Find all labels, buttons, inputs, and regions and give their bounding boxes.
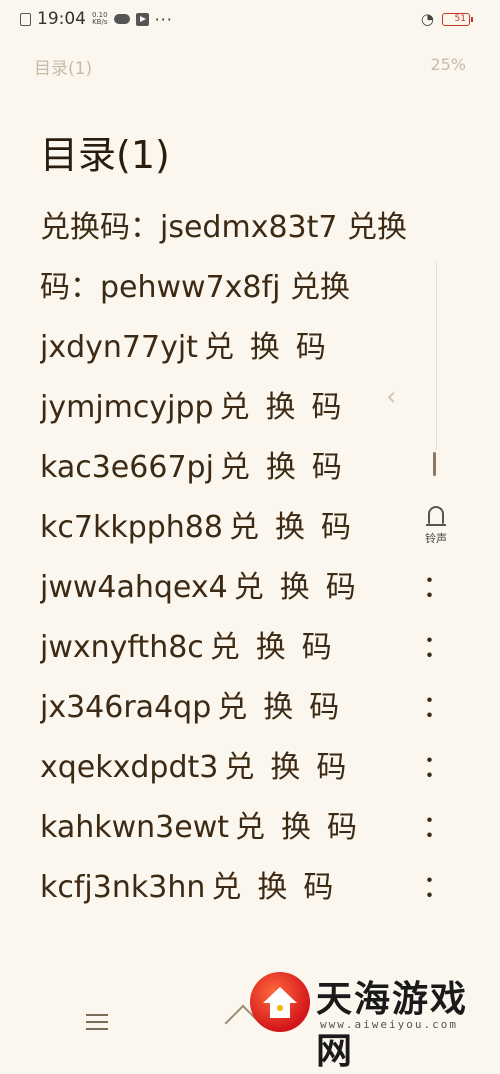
text-line: kc7kkpph88 兑换码 [40, 498, 470, 558]
line-redeem-word: 兑换码 [217, 690, 356, 725]
line-text: 兑换码：jsedmx83t7 兑换 [40, 210, 408, 245]
side-panel-handle[interactable] [380, 262, 437, 450]
text-line: jx346ra4qp 兑换码 ： [40, 678, 470, 738]
ringtone-button[interactable]: 铃声 [419, 506, 453, 546]
cloud-icon [113, 14, 130, 24]
text-line: kcfj3nk3hn 兑换码 ： [40, 858, 470, 918]
line-text: 码：pehww7x8fj 兑换 [40, 270, 350, 305]
drag-handle[interactable] [433, 452, 436, 476]
wifi-icon: ◔ [420, 10, 434, 28]
network-speed-unit: KB/s [92, 18, 108, 26]
network-speed: 0.10 KB/s [92, 12, 108, 26]
status-right: ◔ 51 [420, 10, 473, 28]
line-colon: ： [422, 870, 452, 905]
text-line: jwxnyfth8c 兑换码 ： [40, 618, 470, 678]
chevron-left-icon[interactable]: ‹ [386, 382, 396, 412]
line-text: jww4ahqex4 [40, 570, 228, 605]
line-text: kc7kkpph88 [40, 510, 223, 545]
line-text: jymjmcyjpp [40, 390, 214, 425]
line-text: kac3e667pj [40, 450, 214, 485]
battery-level: 51 [454, 14, 466, 24]
line-colon: ： [422, 750, 452, 785]
menu-icon[interactable] [86, 1014, 108, 1035]
line-colon: ： [422, 690, 452, 725]
more-notifications: ··· [154, 9, 173, 29]
battery-icon: 51 [442, 12, 473, 26]
line-text: jxdyn77yjt [40, 330, 198, 365]
line-colon: ： [422, 630, 452, 665]
header-chapter-title: 目录(1) [34, 59, 93, 79]
watermark-url: www.aiweiyou.com [320, 1018, 458, 1031]
line-redeem-word: 兑换码 [211, 870, 350, 905]
line-text: jx346ra4qp [40, 690, 212, 725]
text-line: jww4ahqex4 兑换码 ： [40, 558, 470, 618]
video-icon [135, 12, 149, 26]
line-text: xqekxdpdt3 [40, 750, 219, 785]
line-redeem-word: 兑换码 [219, 390, 358, 425]
line-colon: ： [422, 570, 452, 605]
line-redeem-word: 兑换码 [233, 570, 372, 605]
line-redeem-word: 兑换码 [219, 450, 358, 485]
reading-progress: 25% [430, 55, 466, 74]
status-bar: 19:04 0.10 KB/s ··· ◔ 51 [0, 0, 500, 38]
status-time: 19:04 [37, 9, 86, 29]
line-redeem-word: 兑换码 [228, 510, 367, 545]
line-text: jwxnyfth8c [40, 630, 204, 665]
watermark-logo [250, 972, 310, 1032]
status-left: 19:04 0.10 KB/s ··· [20, 9, 173, 29]
text-line: 兑换码：jsedmx83t7 兑换 [40, 198, 470, 258]
sim-icon [20, 12, 31, 26]
line-text: kcfj3nk3hn [40, 870, 206, 905]
bell-icon [426, 506, 446, 526]
line-redeem-word: 兑换码 [209, 630, 348, 665]
line-redeem-word: 兑换码 [235, 810, 374, 845]
line-text: kahkwn3ewt [40, 810, 230, 845]
line-redeem-word: 兑换码 [203, 330, 342, 365]
text-line: xqekxdpdt3 兑换码 ： [40, 738, 470, 798]
line-redeem-word: 兑换码 [224, 750, 363, 785]
ringtone-label: 铃声 [425, 532, 447, 545]
site-watermark: 天海游戏网 www.aiweiyou.com [246, 968, 500, 1072]
line-colon: ： [422, 810, 452, 845]
chapter-title: 目录(1) [40, 133, 170, 177]
text-line: kahkwn3ewt 兑换码 ： [40, 798, 470, 858]
